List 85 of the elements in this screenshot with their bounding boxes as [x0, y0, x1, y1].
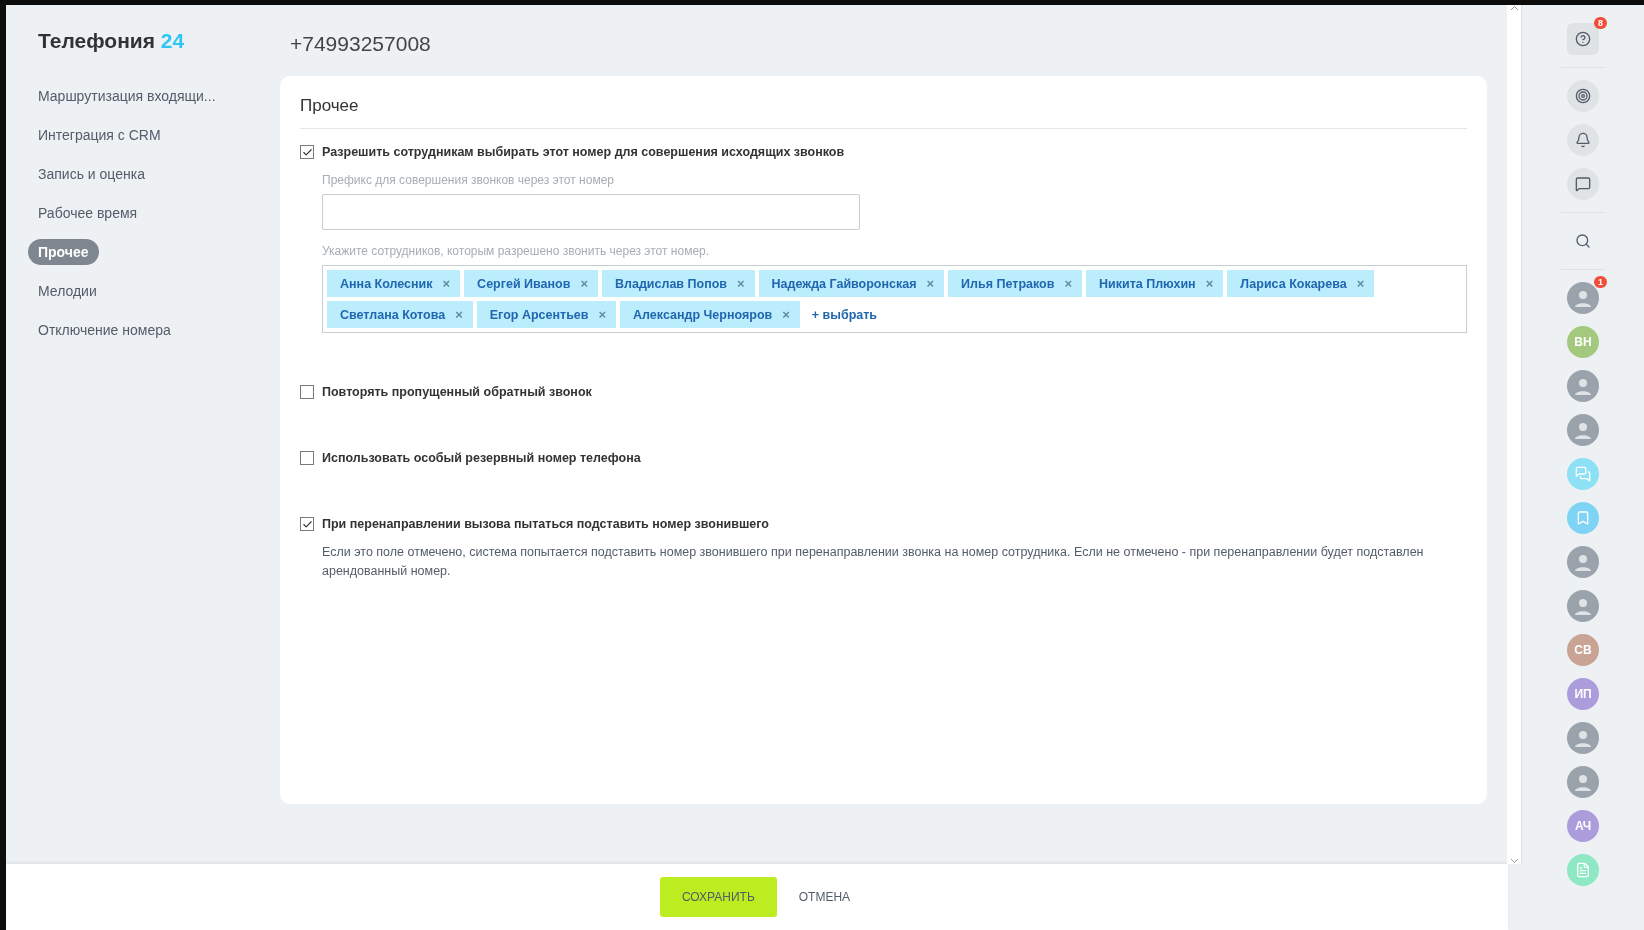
scrollbar[interactable]: [1507, 5, 1521, 864]
user-silhouette-icon: [1573, 288, 1593, 308]
user-silhouette-icon: [1573, 596, 1593, 616]
user-tag[interactable]: Сергей Иванов ×: [464, 270, 598, 297]
sidebar-item[interactable]: Рабочее время: [38, 200, 148, 226]
count-badge: 8: [1594, 17, 1607, 29]
bell-button[interactable]: [1567, 124, 1599, 156]
option-label: Использовать особый резервный номер телефона: [322, 451, 641, 465]
checkbox[interactable]: [300, 517, 314, 531]
user-silhouette-icon: [1573, 376, 1593, 396]
sidebar-item[interactable]: Запись и оценка: [38, 161, 155, 187]
option-label: Разрешить сотрудникам выбирать этот номер для совершения исходящих звонков: [322, 145, 845, 159]
scroll-up-icon: [1509, 5, 1519, 11]
user-avatar[interactable]: АЧ: [1567, 810, 1599, 842]
prefix-input[interactable]: [322, 194, 860, 230]
search-icon: [1575, 233, 1591, 249]
user-avatar[interactable]: [1567, 546, 1599, 578]
phone-number: +74993257008: [290, 32, 432, 56]
user-silhouette-icon: [1573, 728, 1593, 748]
bookmark-button[interactable]: [1567, 502, 1599, 534]
remove-icon[interactable]: ×: [442, 276, 451, 291]
remove-icon[interactable]: ×: [926, 276, 935, 291]
user-avatar[interactable]: [1567, 414, 1599, 446]
chat-button[interactable]: [1567, 168, 1599, 200]
user-avatar[interactable]: [1567, 282, 1599, 314]
messages-button[interactable]: [1567, 458, 1599, 490]
field-label: Укажите сотрудников, которым разрешено звонить через этот номер.: [322, 244, 711, 258]
save-button[interactable]: СОХРАНИТЬ: [659, 877, 777, 917]
notes-button[interactable]: [1567, 854, 1599, 886]
target-button[interactable]: [1567, 80, 1599, 112]
option-label: При перенаправлении вызова пытаться подставить номер звонившего: [322, 517, 769, 531]
card-title: Прочее: [300, 96, 1467, 129]
remove-icon[interactable]: ×: [580, 276, 588, 291]
users-field[interactable]: Анна Колесник × Сергей Иванов × Владислав Попов × Надежда Гайворонская × Илья Петраков × Никита Плюхин × Лариса Кокарева × Светлана Котова × Егор Арсентьев × Александр Чернояров × + выбрать: [322, 265, 1467, 333]
remove-icon[interactable]: ×: [782, 307, 790, 322]
cancel-button[interactable]: ОТМЕНА: [794, 877, 855, 917]
user-tag[interactable]: Александр Чернояров ×: [620, 301, 800, 328]
help-icon: [1575, 31, 1591, 47]
user-avatar[interactable]: [1567, 370, 1599, 402]
user-tag[interactable]: Владислав Попов ×: [601, 270, 755, 297]
chat-bubbles-icon: [1575, 466, 1591, 482]
chat-icon: [1575, 176, 1591, 192]
sidebar-item[interactable]: Маршрутизация входящи...: [38, 83, 226, 109]
user-tag[interactable]: Анна Колесник ×: [327, 270, 461, 297]
user-silhouette-icon: [1573, 420, 1593, 440]
remove-icon[interactable]: ×: [1356, 276, 1365, 291]
help-button[interactable]: [1567, 23, 1599, 55]
user-tag[interactable]: Надежда Гайворонская ×: [758, 270, 945, 297]
app-title: Телефония 24: [37, 29, 186, 53]
scroll-down-icon: [1509, 858, 1519, 864]
user-tag[interactable]: Никита Плюхин ×: [1086, 270, 1224, 297]
field-label: Префикс для совершения звонков через этот номер: [322, 173, 615, 187]
sidebar-item[interactable]: Прочее: [28, 239, 99, 265]
checkbox[interactable]: [300, 145, 314, 159]
sidebar-item[interactable]: Мелодии: [38, 278, 107, 304]
user-silhouette-icon: [1573, 552, 1593, 572]
user-tag[interactable]: Илья Петраков ×: [948, 270, 1082, 297]
user-tag[interactable]: Егор Арсентьев ×: [476, 301, 617, 328]
user-silhouette-icon: [1573, 772, 1593, 792]
check-icon: [301, 518, 313, 530]
check-icon: [301, 146, 313, 158]
sidebar-item[interactable]: Интеграция с CRM: [38, 122, 171, 148]
remove-icon[interactable]: ×: [1205, 276, 1214, 291]
user-avatar[interactable]: СВ: [1567, 634, 1599, 666]
remove-icon[interactable]: ×: [455, 307, 463, 322]
user-tag[interactable]: Лариса Кокарева ×: [1227, 270, 1375, 297]
remove-icon[interactable]: ×: [737, 276, 745, 291]
bell-icon: [1575, 132, 1591, 148]
remove-icon[interactable]: ×: [1064, 276, 1072, 291]
checkbox[interactable]: [300, 385, 314, 399]
add-user-link[interactable]: + выбрать: [803, 307, 886, 322]
user-tag[interactable]: Светлана Котова ×: [327, 301, 473, 328]
sidebar-item[interactable]: Отключение номера: [38, 317, 181, 343]
count-badge: 1: [1594, 276, 1607, 288]
option-label: Повторять пропущенный обратный звонок: [322, 385, 592, 399]
user-avatar[interactable]: ИП: [1567, 678, 1599, 710]
bookmark-icon: [1575, 510, 1591, 526]
user-avatar[interactable]: [1567, 722, 1599, 754]
document-icon: [1575, 862, 1591, 878]
user-avatar[interactable]: [1567, 766, 1599, 798]
target-icon: [1575, 88, 1591, 104]
option-note: Если это поле отмечено, система попытается подставить номер звонившего при перенаправлении звонка на номер сотрудника. Если не отмечено - при перенаправлении будет подставлен арендованный номер.: [321, 544, 1425, 580]
remove-icon[interactable]: ×: [598, 307, 607, 322]
checkbox[interactable]: [300, 451, 314, 465]
user-avatar[interactable]: [1567, 590, 1599, 622]
